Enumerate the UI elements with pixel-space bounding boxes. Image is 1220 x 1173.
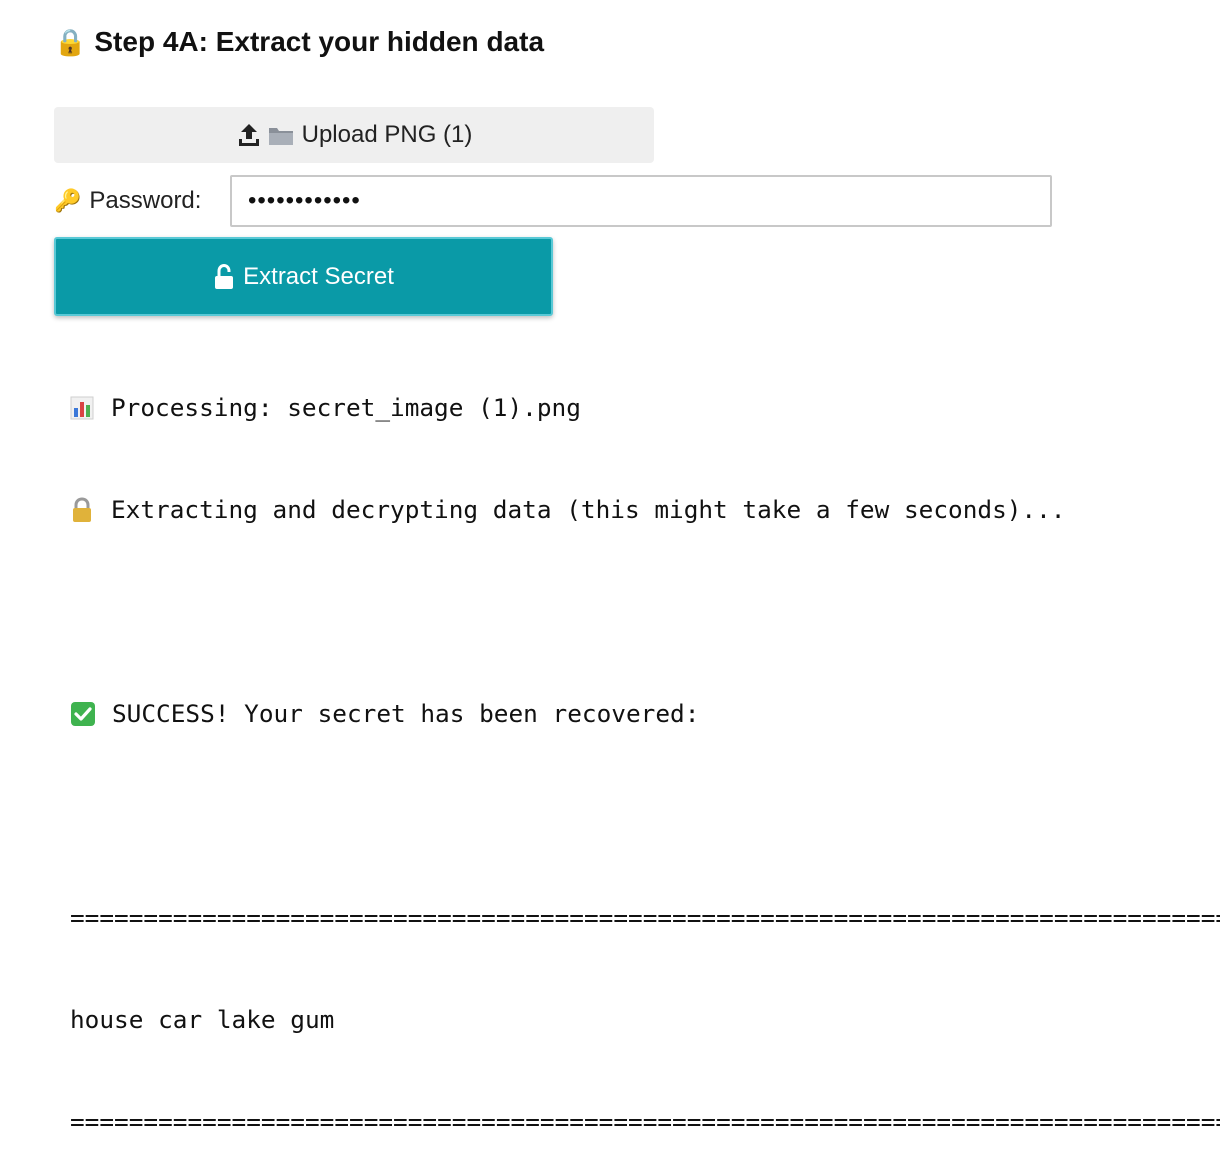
- separator-bottom: ========================================…: [70, 1107, 1220, 1136]
- password-label-group: 🔑 Password:: [54, 187, 230, 215]
- output-line-success: SUCCESS! Your secret has been recovered:: [70, 697, 1200, 731]
- upload-icon: [238, 124, 259, 146]
- page-heading: 🔒 Step 4A: Extract your hidden data: [54, 22, 544, 62]
- output-line-processing: Processing: secret_image (1).png: [70, 391, 1200, 425]
- folder-icon: [268, 128, 293, 145]
- processing-text: Processing: secret_image (1).png: [111, 393, 581, 422]
- unlock-icon: [215, 263, 234, 289]
- password-label: Password:: [89, 187, 202, 214]
- output-log: Processing: secret_image (1).png Extract…: [70, 323, 1220, 1173]
- extract-secret-button[interactable]: Extract Secret: [54, 237, 553, 316]
- output-line-extracting: Extracting and decrypting data (this mig…: [70, 493, 1200, 527]
- success-text: SUCCESS! Your secret has been recovered:: [112, 699, 700, 728]
- password-row: 🔑 Password:: [54, 173, 1052, 229]
- output-blank-2: [70, 799, 1200, 833]
- separator-top: ========================================…: [70, 903, 1220, 932]
- upload-png-button[interactable]: Upload PNG (1): [54, 107, 654, 163]
- lock-icon: [73, 497, 91, 522]
- lock-icon: 🔒: [54, 26, 87, 57]
- bar-chart-icon: [70, 396, 94, 420]
- secret-text: house car lake gum: [70, 1005, 335, 1034]
- check-icon: [71, 702, 95, 726]
- output-blank-1: [70, 595, 1200, 629]
- heading-text: Step 4A: Extract your hidden data: [94, 26, 545, 57]
- output-separator-top: ========================================…: [70, 901, 1220, 935]
- extract-label: Extract Secret: [243, 262, 394, 290]
- key-icon: 🔑: [54, 188, 82, 213]
- password-input[interactable]: [230, 175, 1052, 227]
- extracting-text: Extracting and decrypting data (this mig…: [111, 495, 1066, 524]
- output-secret: house car lake gum: [70, 1003, 1200, 1037]
- output-separator-bottom: ========================================…: [70, 1105, 1220, 1139]
- upload-label: Upload PNG (1): [301, 121, 473, 148]
